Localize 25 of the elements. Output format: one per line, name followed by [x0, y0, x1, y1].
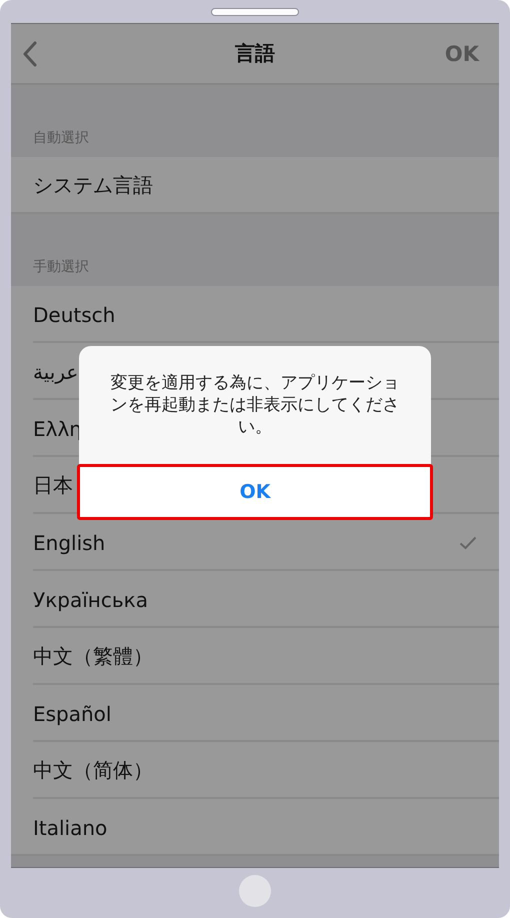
language-label: Deutsch	[33, 302, 116, 326]
language-label: 日本	[33, 472, 73, 499]
section-header: 自動選択	[33, 129, 89, 147]
language-row[interactable]: システム言語	[11, 157, 499, 214]
language-label: 中文（繁體）	[33, 643, 153, 670]
language-label: Español	[33, 702, 112, 726]
language-label: Українська	[33, 588, 148, 612]
language-label: عربية	[33, 360, 78, 384]
check-icon	[459, 536, 477, 550]
language-row[interactable]: Italiano	[11, 799, 499, 856]
language-row[interactable]: 中文（简体）	[11, 742, 499, 799]
language-label: システム言語	[33, 172, 153, 199]
back-icon[interactable]	[23, 40, 37, 66]
language-row[interactable]: Español	[11, 685, 499, 742]
alert-ok-button[interactable]: OK	[77, 464, 433, 520]
screen-title: 言語	[235, 40, 275, 67]
language-row[interactable]: Українська	[11, 571, 499, 628]
language-label: Italiano	[33, 816, 108, 840]
alert-message: 変更を適用する為に、アプリケーションを再起動または非表示にしてください。	[110, 372, 400, 439]
language-row[interactable]: Deutsch	[11, 286, 499, 343]
section-header: 手動選択	[33, 258, 89, 276]
language-label: 中文（简体）	[33, 757, 153, 784]
language-row[interactable]: 中文（繁體）	[11, 628, 499, 685]
language-label: English	[33, 530, 106, 554]
language-row[interactable]: English	[11, 514, 499, 571]
